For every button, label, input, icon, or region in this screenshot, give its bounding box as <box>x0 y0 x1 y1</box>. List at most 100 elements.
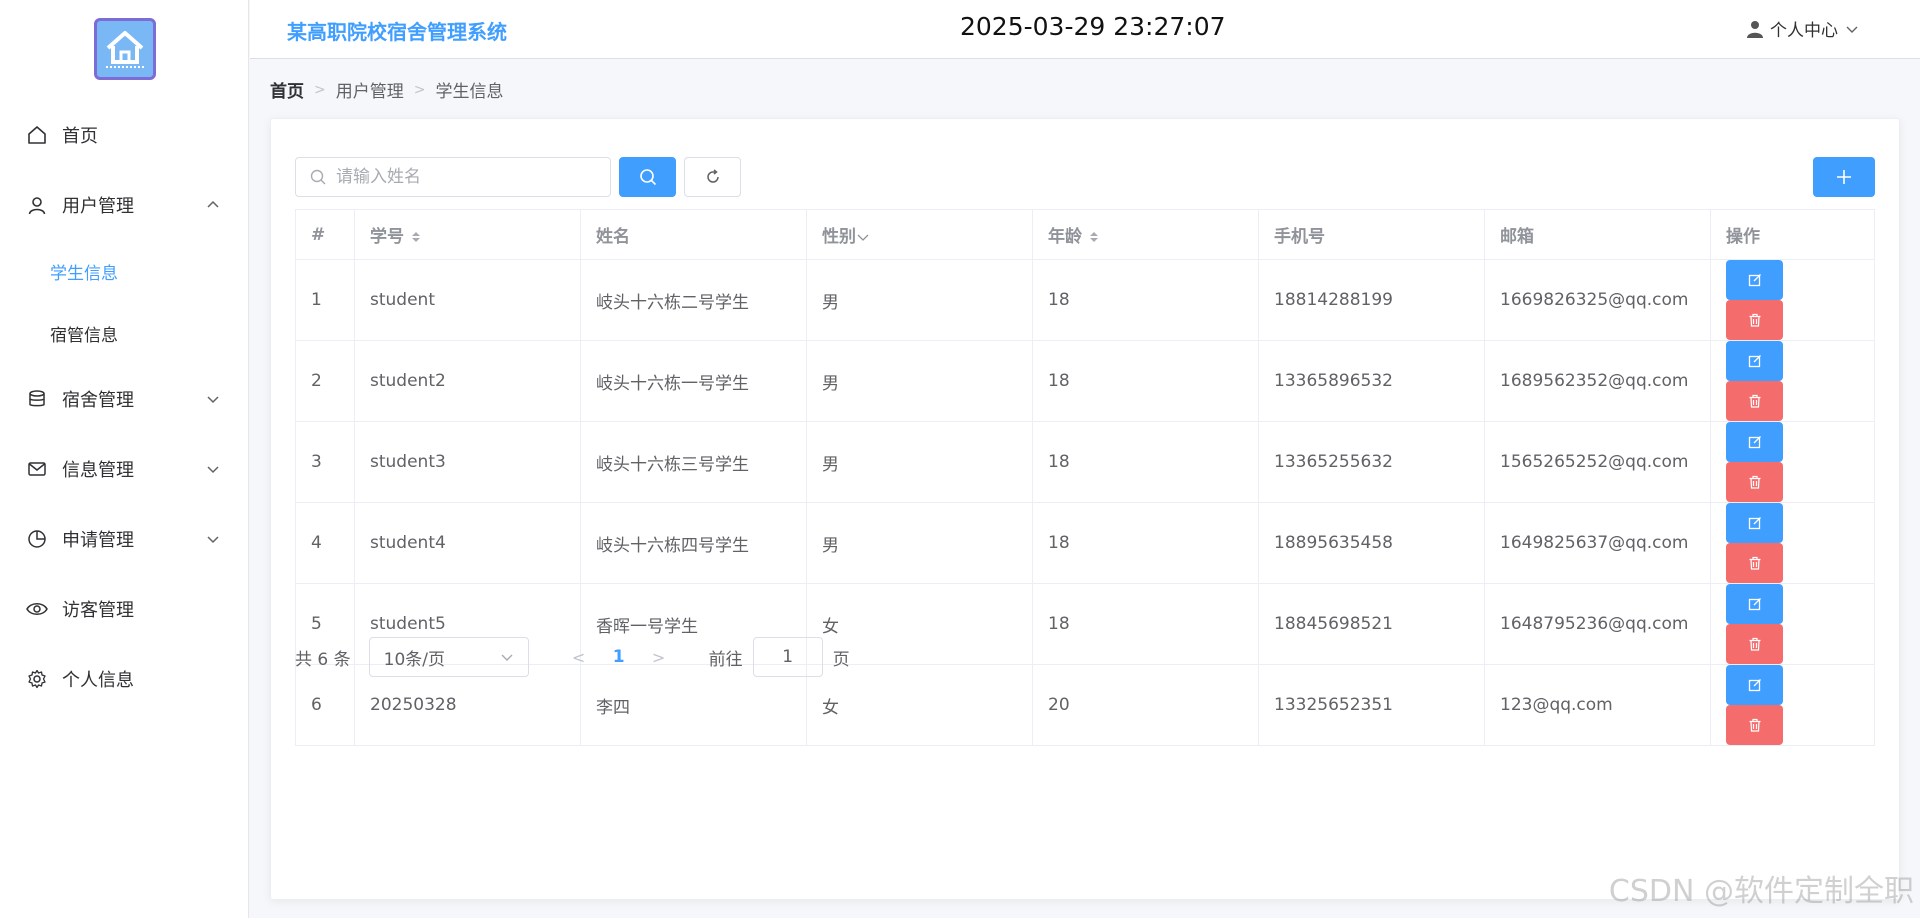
table-cell-actions <box>1710 583 1875 665</box>
edit-icon <box>1748 436 1761 449</box>
edit-button[interactable] <box>1726 665 1783 705</box>
table-cell: 3 <box>295 421 355 503</box>
page-size-select[interactable]: 10条/页 <box>368 637 529 677</box>
chevron-down-icon <box>501 654 513 661</box>
database-icon <box>26 388 48 410</box>
delete-button[interactable] <box>1726 705 1783 745</box>
column-name: 姓名 <box>580 209 807 260</box>
table-cell: 18 <box>1032 259 1259 341</box>
delete-button[interactable] <box>1726 462 1783 502</box>
column-age[interactable]: 年龄 <box>1032 209 1259 260</box>
add-student-button[interactable] <box>1813 157 1875 197</box>
breadcrumb-home[interactable]: 首页 <box>270 77 304 102</box>
trash-icon <box>1749 556 1760 570</box>
column-student-id[interactable]: 学号 <box>354 209 581 260</box>
delete-button[interactable] <box>1726 381 1783 421</box>
search-input[interactable] <box>336 167 596 187</box>
sort-icon <box>412 232 420 242</box>
edit-button[interactable] <box>1726 584 1783 624</box>
goto-label: 前往 <box>708 649 743 670</box>
column-actions: 操作 <box>1710 209 1875 260</box>
sidebar-item-dorm-management[interactable]: 宿舍管理 <box>0 364 248 434</box>
sidebar-item-visitor-management[interactable]: 访客管理 <box>0 574 248 644</box>
table-row: 1 student 岐头十六栋二号学生男 18 18814288199 166982632… <box>295 259 1875 341</box>
delete-button[interactable] <box>1726 624 1783 664</box>
table-row: 2 student2 岐头十六栋一号学生男 18 13365896532 16895623… <box>295 340 1875 422</box>
column-phone: 手机号 <box>1258 209 1485 260</box>
edit-icon <box>1748 274 1761 287</box>
sidebar-item-user-management[interactable]: 用户管理 <box>0 170 248 240</box>
table-cell: 20 <box>1032 664 1259 746</box>
table-cell: 18 <box>1032 421 1259 503</box>
sort-icon <box>1090 232 1098 242</box>
sidebar-item-label: 访客管理 <box>62 600 134 621</box>
delete-button[interactable] <box>1726 300 1783 340</box>
user-avatar-icon <box>1747 20 1763 38</box>
goto-page-input[interactable]: 1 <box>752 637 823 677</box>
message-icon <box>26 458 48 480</box>
reset-button[interactable] <box>684 157 741 197</box>
eye-icon <box>26 598 48 620</box>
edit-button[interactable] <box>1726 341 1783 381</box>
column-label: 学号 <box>370 227 404 247</box>
table-cell-actions <box>1710 259 1875 341</box>
sidebar-item-application-management[interactable]: 申请管理 <box>0 504 248 574</box>
search-icon <box>639 169 656 186</box>
page-number-current[interactable]: 1 <box>599 647 639 667</box>
table-cell: 男 <box>806 340 1033 422</box>
sidebar-item-personal-info[interactable]: 个人信息 <box>0 644 248 714</box>
home-icon <box>26 124 48 146</box>
delete-button[interactable] <box>1726 543 1783 583</box>
sidebar-item-label: 用户管理 <box>62 196 134 217</box>
table-row: 3 student3 岐头十六栋三号学生男 18 13365255632 15652652… <box>295 421 1875 503</box>
page-size-value: 10条/页 <box>383 649 445 670</box>
sidebar-item-info-management[interactable]: 信息管理 <box>0 434 248 504</box>
table-header-row: # 学号 姓名 性别 年龄 手机号 邮箱 操作 <box>295 209 1875 260</box>
search-toolbar <box>295 157 741 197</box>
sidebar-item-label: 首页 <box>62 126 98 147</box>
table-cell-actions <box>1710 664 1875 746</box>
table-cell: 1669826325@qq.com <box>1484 259 1711 341</box>
table-cell: 岐头十六栋一号学生 <box>580 340 807 422</box>
sidebar-item-label: 信息管理 <box>62 460 134 481</box>
column-label: 性别 <box>822 227 856 247</box>
search-box <box>295 157 611 197</box>
page-unit-label: 页 <box>832 649 850 670</box>
breadcrumb: 首页 > 用户管理 > 学生信息 <box>270 77 504 103</box>
table-cell: 2 <box>295 340 355 422</box>
sidebar-item-home[interactable]: 首页 <box>0 100 248 170</box>
sidebar-item-label: 申请管理 <box>62 530 134 551</box>
main-card: # 学号 姓名 性别 年龄 手机号 邮箱 操作 1student岐头十六栋二号学… <box>270 118 1900 900</box>
filter-chevron-down-icon[interactable] <box>856 230 870 244</box>
table-row: 4 student4 岐头十六栋四号学生男 18 18895635458 16498256… <box>295 502 1875 584</box>
table-cell: 18 <box>1032 502 1259 584</box>
table-cell: student <box>354 259 581 341</box>
table-cell-actions <box>1710 421 1875 503</box>
prev-page-button[interactable]: < <box>559 648 599 667</box>
edit-button[interactable] <box>1726 422 1783 462</box>
trash-icon <box>1749 718 1760 732</box>
column-gender[interactable]: 性别 <box>806 209 1033 260</box>
chevron-down-icon <box>207 536 219 544</box>
table-cell: 13325652351 <box>1258 664 1485 746</box>
pagination: 共 6 条 10条/页 < 1 > 前往 1 页 <box>295 637 850 677</box>
chevron-right-icon: > <box>413 81 426 98</box>
next-page-button[interactable]: > <box>639 648 679 667</box>
table-cell: 18814288199 <box>1258 259 1485 341</box>
trash-icon <box>1749 475 1760 489</box>
edit-button[interactable] <box>1726 503 1783 543</box>
edit-button[interactable] <box>1726 260 1783 300</box>
table-cell: 岐头十六栋四号学生 <box>580 502 807 584</box>
sidebar-item-dorm-admin-info[interactable]: 宿管信息 <box>0 302 248 364</box>
search-button[interactable] <box>619 157 676 197</box>
user-center-dropdown[interactable]: 个人中心 <box>1746 16 1860 41</box>
table-cell: 18 <box>1032 583 1259 665</box>
datetime-clock: 2025-03-29 23:27:07 <box>960 12 1226 41</box>
breadcrumb-user-management: 用户管理 <box>335 82 404 102</box>
table-cell: student2 <box>354 340 581 422</box>
table-cell: student3 <box>354 421 581 503</box>
sidebar-item-student-info[interactable]: 学生信息 <box>0 240 248 302</box>
top-header: 某高职院校宿舍管理系统 2025-03-29 23:27:07 个人中心 <box>250 0 1920 59</box>
breadcrumb-student-info: 学生信息 <box>435 82 504 102</box>
user-icon <box>26 194 48 216</box>
